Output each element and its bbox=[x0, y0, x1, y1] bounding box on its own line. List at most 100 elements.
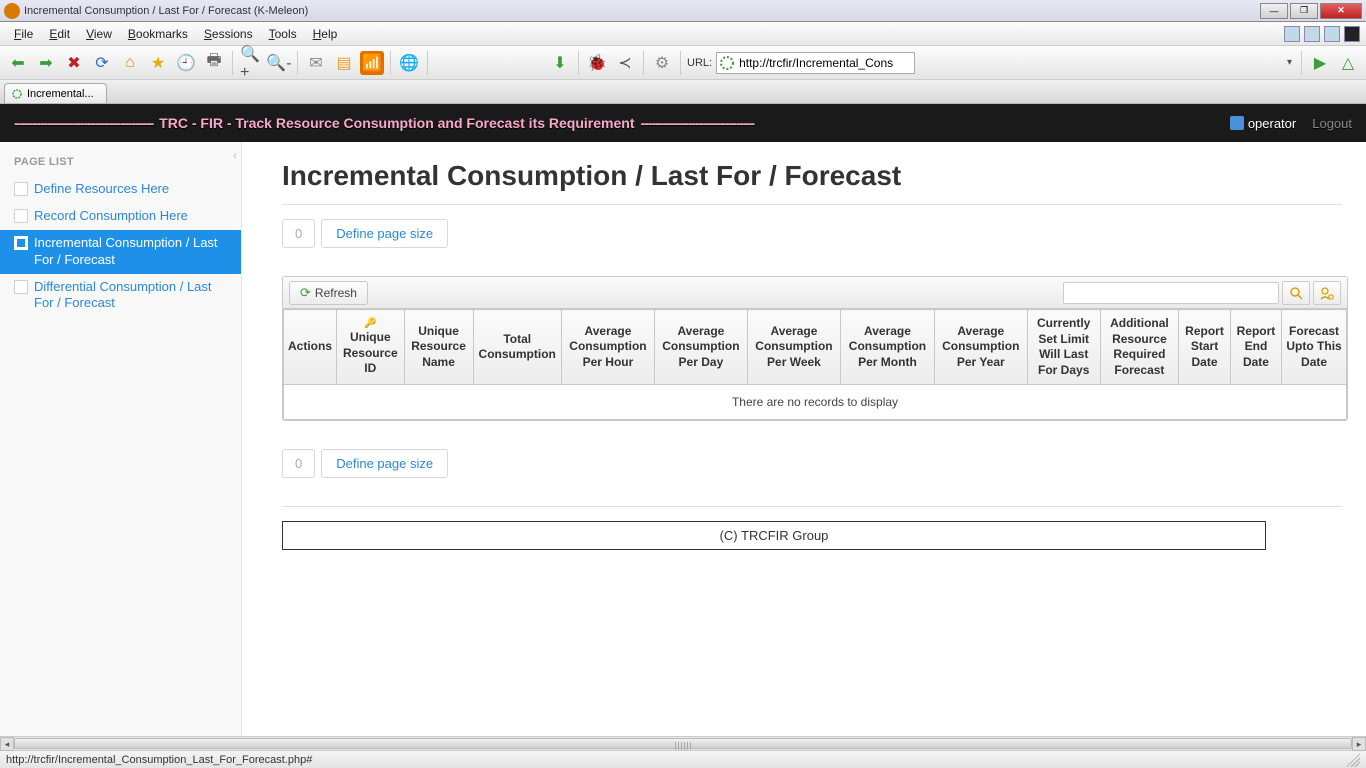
download-button[interactable]: ⬇ bbox=[548, 51, 572, 75]
key-icon: 🔑 bbox=[341, 317, 400, 330]
tabbar: Incremental... bbox=[0, 80, 1366, 104]
pagesize-count-bottom: 0 bbox=[282, 449, 315, 478]
empty-message: There are no records to display bbox=[284, 385, 1347, 420]
settings-button[interactable]: ⚙ bbox=[650, 51, 674, 75]
footer-copyright: (C) TRCFIR Group bbox=[282, 521, 1266, 550]
search-user-button[interactable] bbox=[1313, 281, 1341, 305]
go-up-button[interactable]: △ bbox=[1336, 51, 1360, 75]
col-report-end[interactable]: Report End Date bbox=[1230, 310, 1281, 385]
zoom-in-button[interactable]: 🔍+ bbox=[239, 51, 263, 75]
sidebar-item-incremental-consumption[interactable]: Incremental Consumption / Last For / For… bbox=[0, 230, 241, 274]
app-title: TRC - FIR - Track Resource Consumption a… bbox=[159, 115, 634, 131]
resize-grip[interactable] bbox=[1346, 753, 1360, 767]
bookmark-star-button[interactable]: ★ bbox=[146, 51, 170, 75]
col-forecast-upto[interactable]: Forecast Upto This Date bbox=[1282, 310, 1347, 385]
sidebar-item-define-resources[interactable]: Define Resources Here bbox=[0, 176, 241, 203]
scroll-thumb[interactable] bbox=[14, 738, 1352, 749]
back-button[interactable]: ⬅ bbox=[6, 51, 30, 75]
menubar-icon-3[interactable] bbox=[1324, 26, 1340, 42]
browser-tab[interactable]: Incremental... bbox=[4, 83, 107, 103]
close-button[interactable]: ✕ bbox=[1320, 3, 1362, 19]
sidebar-item-record-consumption[interactable]: Record Consumption Here bbox=[0, 203, 241, 230]
window-title: Incremental Consumption / Last For / For… bbox=[24, 5, 1260, 17]
horizontal-scrollbar[interactable]: ◂ ▸ bbox=[0, 736, 1366, 750]
col-total-consumption[interactable]: Total Consumption bbox=[473, 310, 561, 385]
col-unique-resource-name[interactable]: Unique Resource Name bbox=[404, 310, 473, 385]
col-actions[interactable]: Actions bbox=[284, 310, 337, 385]
menu-file[interactable]: File bbox=[6, 25, 41, 43]
menu-bookmarks[interactable]: Bookmarks bbox=[120, 25, 196, 43]
app-icon bbox=[4, 3, 20, 19]
print-button[interactable]: 🖶 bbox=[202, 51, 226, 75]
sidebar-item-differential-consumption[interactable]: Differential Consumption / Last For / Fo… bbox=[0, 274, 241, 318]
page-icon bbox=[14, 209, 28, 223]
pagesize-count-top: 0 bbox=[282, 219, 315, 248]
menu-edit[interactable]: Edit bbox=[41, 25, 78, 43]
menubar-icon-4[interactable] bbox=[1344, 26, 1360, 42]
menu-tools[interactable]: Tools bbox=[261, 25, 305, 43]
menu-help[interactable]: Help bbox=[305, 25, 346, 43]
page-title: Incremental Consumption / Last For / For… bbox=[282, 160, 1366, 192]
zoom-out-button[interactable]: 🔍- bbox=[267, 51, 291, 75]
url-input[interactable] bbox=[716, 52, 915, 74]
search-input[interactable] bbox=[1063, 282, 1279, 304]
menu-sessions[interactable]: Sessions bbox=[196, 25, 261, 43]
define-pagesize-button-top[interactable]: Define page size bbox=[321, 219, 448, 248]
mail-button[interactable]: ✉ bbox=[304, 51, 328, 75]
main-content: Incremental Consumption / Last For / For… bbox=[242, 142, 1366, 736]
menubar-icon-1[interactable] bbox=[1284, 26, 1300, 42]
menubar: File Edit View Bookmarks Sessions Tools … bbox=[0, 22, 1366, 46]
status-text: http://trcfir/Incremental_Consumption_La… bbox=[6, 754, 312, 766]
col-avg-month[interactable]: Average Consumption Per Month bbox=[841, 310, 935, 385]
toolbar: ⬅ ➡ ✖ ⟳ ⌂ ★ 🕘 🖶 🔍+ 🔍- ✉ ▤ 📶 🌐 ⬇ 🐞 ≺ ⚙ UR… bbox=[0, 46, 1366, 80]
search-button[interactable] bbox=[1282, 281, 1310, 305]
col-avg-week[interactable]: Average Consumption Per Week bbox=[747, 310, 840, 385]
sidebar-heading: PAGE LIST bbox=[0, 152, 241, 176]
history-button[interactable]: 🕘 bbox=[174, 51, 198, 75]
maximize-button[interactable]: ❐ bbox=[1290, 3, 1318, 19]
menubar-icon-2[interactable] bbox=[1304, 26, 1320, 42]
scroll-left-arrow[interactable]: ◂ bbox=[0, 737, 14, 751]
sidebar-collapse-icon[interactable]: ‹ bbox=[233, 148, 237, 162]
logout-link[interactable]: Logout bbox=[1312, 116, 1352, 131]
col-avg-year[interactable]: Average Consumption Per Year bbox=[934, 310, 1027, 385]
window-titlebar: Incremental Consumption / Last For / For… bbox=[0, 0, 1366, 22]
sidebar-item-label: Record Consumption Here bbox=[34, 208, 188, 225]
share-button[interactable]: ≺ bbox=[613, 51, 637, 75]
col-additional-forecast[interactable]: Additional Resource Required Forecast bbox=[1100, 310, 1179, 385]
notes-button[interactable]: ▤ bbox=[332, 51, 356, 75]
globe-button[interactable]: 🌐 bbox=[397, 51, 421, 75]
page-icon bbox=[14, 236, 28, 250]
page-icon bbox=[14, 182, 28, 196]
tab-loading-icon bbox=[11, 88, 23, 100]
page-icon bbox=[14, 280, 28, 294]
reload-button[interactable]: ⟳ bbox=[90, 51, 114, 75]
home-button[interactable]: ⌂ bbox=[118, 51, 142, 75]
col-unique-resource-id[interactable]: 🔑Unique Resource ID bbox=[337, 310, 405, 385]
refresh-label: Refresh bbox=[315, 286, 357, 300]
col-limit-last-days[interactable]: Currently Set Limit Will Last For Days bbox=[1027, 310, 1100, 385]
statusbar: http://trcfir/Incremental_Consumption_La… bbox=[0, 750, 1366, 768]
forward-button[interactable]: ➡ bbox=[34, 51, 58, 75]
refresh-button[interactable]: ⟳ Refresh bbox=[289, 281, 368, 305]
col-report-start[interactable]: Report Start Date bbox=[1179, 310, 1231, 385]
url-dropdown-icon[interactable]: ▾ bbox=[1287, 57, 1292, 68]
col-avg-day[interactable]: Average Consumption Per Day bbox=[655, 310, 748, 385]
go-button[interactable]: ▶ bbox=[1308, 51, 1332, 75]
define-pagesize-button-bottom[interactable]: Define page size bbox=[321, 449, 448, 478]
header-dashes-left: -------------------------------------- bbox=[14, 115, 153, 131]
rss-button[interactable]: 📶 bbox=[360, 51, 384, 75]
url-label: URL: bbox=[687, 57, 712, 69]
user-info[interactable]: operator bbox=[1230, 116, 1296, 131]
stop-button[interactable]: ✖ bbox=[62, 51, 86, 75]
favicon-icon bbox=[719, 55, 735, 71]
sidebar: ‹ PAGE LIST Define Resources Here Record… bbox=[0, 142, 242, 736]
sidebar-item-label: Incremental Consumption / Last For / For… bbox=[34, 235, 231, 269]
bug-button[interactable]: 🐞 bbox=[585, 51, 609, 75]
data-panel: ⟳ Refresh Actions 🔑Unique Resource ID bbox=[282, 276, 1348, 421]
menu-view[interactable]: View bbox=[78, 25, 120, 43]
col-avg-hour[interactable]: Average Consumption Per Hour bbox=[561, 310, 654, 385]
scroll-right-arrow[interactable]: ▸ bbox=[1352, 737, 1366, 751]
search-user-icon bbox=[1320, 286, 1334, 300]
minimize-button[interactable]: — bbox=[1260, 3, 1288, 19]
